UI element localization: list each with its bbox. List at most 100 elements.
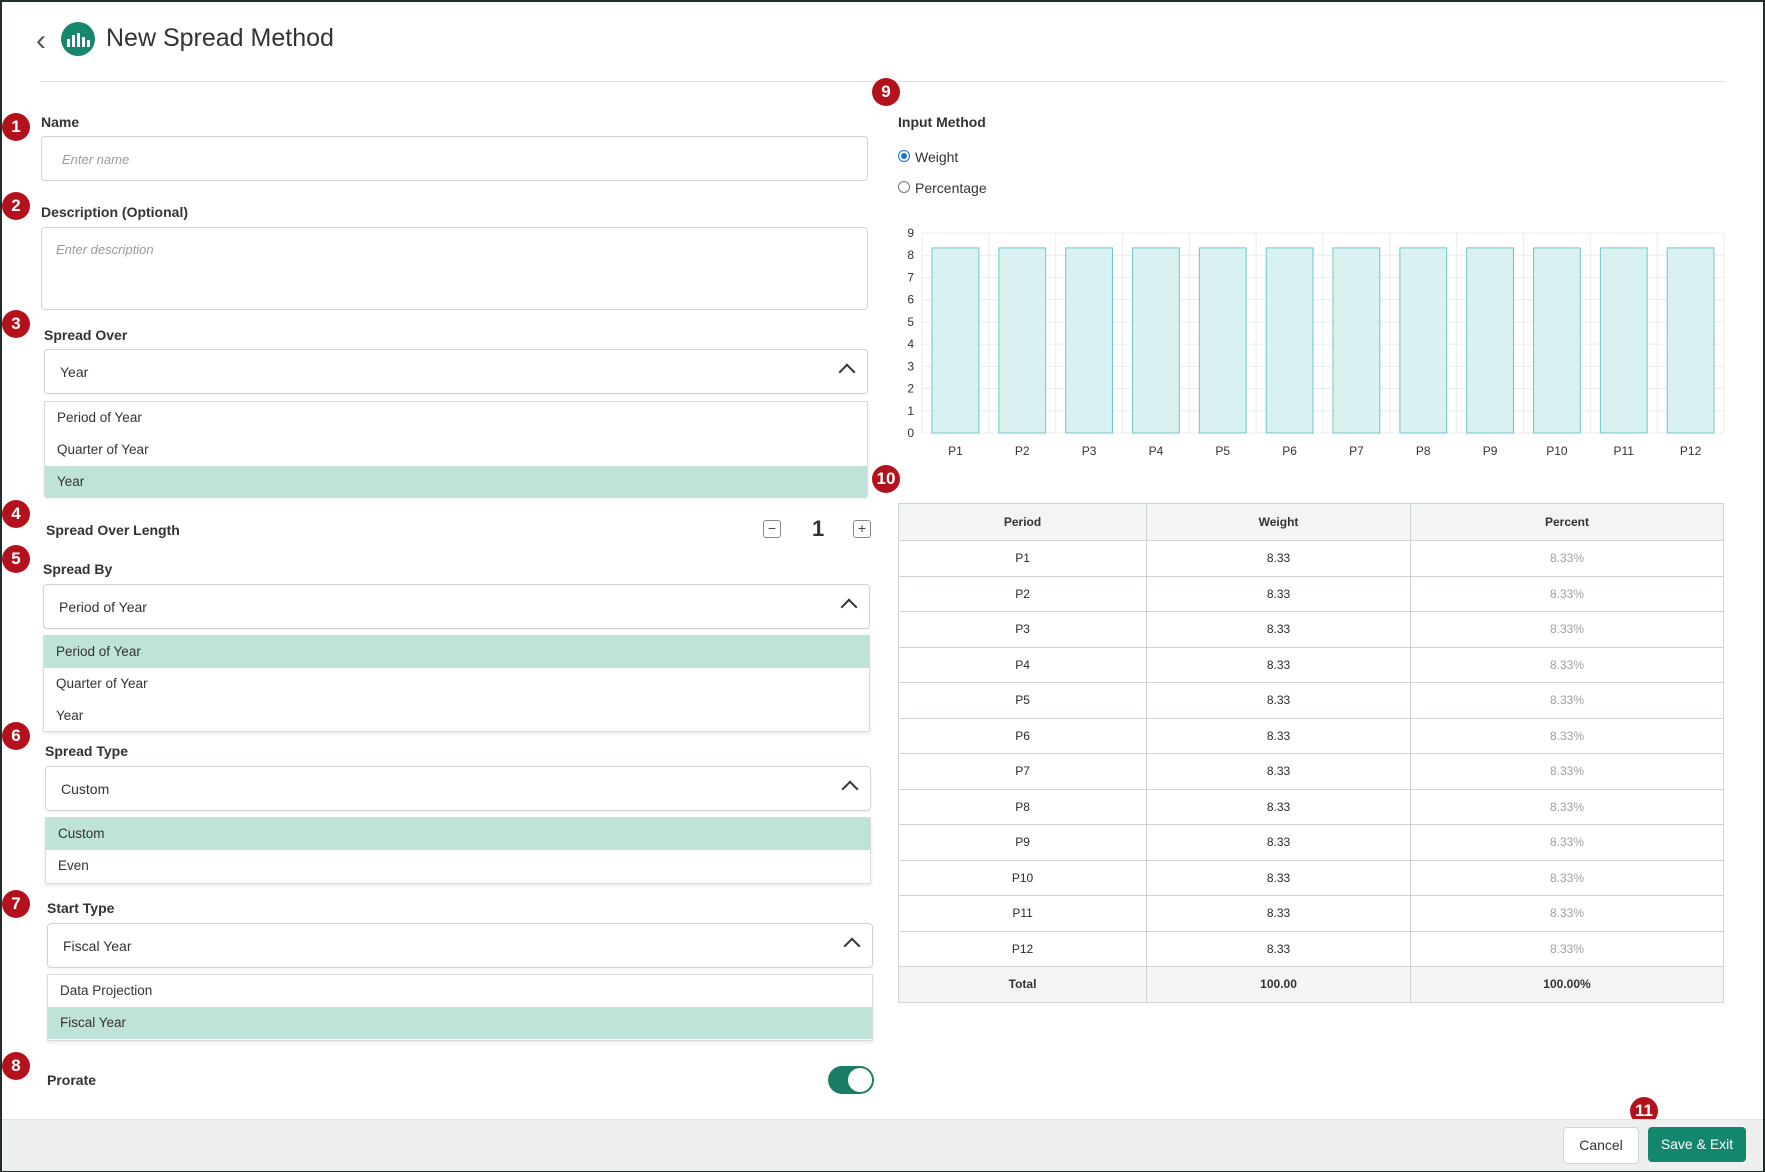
spread-type-label: Spread Type — [45, 743, 128, 759]
start-type-option-selected[interactable]: Fiscal Year — [48, 1007, 872, 1039]
table-row: P11 8.33 8.33% — [897, 895, 1725, 932]
step-badge-3: 3 — [2, 310, 30, 338]
percent-cell[interactable]: 8.33% — [1409, 824, 1725, 861]
description-label: Description (Optional) — [41, 204, 188, 220]
bar — [1666, 247, 1715, 434]
spread-type-select[interactable]: Custom — [45, 766, 871, 811]
table-row: P2 8.33 8.33% — [897, 575, 1725, 612]
name-label: Name — [41, 114, 80, 130]
bar — [1065, 247, 1113, 434]
bar — [1332, 247, 1381, 434]
spread-over-select[interactable]: Year — [44, 349, 868, 394]
spread-over-option[interactable]: Period of Year — [45, 402, 867, 434]
weight-cell[interactable]: 8.33 — [1146, 824, 1411, 861]
percentage-radio-label[interactable]: Percentage — [915, 180, 987, 196]
step-badge-2: 2 — [2, 192, 30, 220]
save-and-exit-button[interactable]: Save & Exit — [1648, 1127, 1746, 1162]
spread-over-label: Spread Over — [44, 327, 128, 343]
weight-cell[interactable]: 8.33 — [1146, 540, 1411, 577]
spread-by-option[interactable]: Quarter of Year — [44, 668, 869, 700]
table-row: P10 8.33 8.33% — [897, 859, 1725, 896]
percent-cell[interactable]: 8.33% — [1409, 682, 1725, 719]
start-type-option[interactable]: Data Projection — [48, 975, 872, 1007]
spread-over-length-value: 1 — [812, 516, 825, 541]
table-row: P3 8.33 8.33% — [897, 611, 1725, 648]
period-cell: P2 — [897, 575, 1148, 612]
spread-over-option-selected[interactable]: Year — [45, 466, 867, 498]
step-badge-6: 6 — [2, 722, 30, 750]
spread-by-select[interactable]: Period of Year — [43, 584, 870, 629]
weight-cell[interactable]: 8.33 — [1146, 895, 1411, 932]
weight-column-header: Weight — [1146, 503, 1411, 541]
prorate-label: Prorate — [47, 1072, 97, 1088]
percent-cell[interactable]: 8.33% — [1409, 575, 1725, 612]
weight-cell[interactable]: 8.33 — [1146, 930, 1411, 967]
name-input[interactable]: Enter name — [41, 136, 868, 181]
prorate-toggle[interactable] — [828, 1066, 874, 1094]
percentage-radio[interactable] — [898, 181, 910, 193]
table-total-row: Total 100.00 100.00% — [897, 966, 1725, 1003]
bar — [1599, 247, 1648, 434]
y-tick-label: 8 — [907, 248, 914, 262]
period-cell: P4 — [897, 646, 1148, 683]
bar — [1466, 247, 1514, 434]
decrement-button[interactable]: − — [763, 520, 781, 538]
percent-cell[interactable]: 8.33% — [1409, 717, 1725, 754]
percent-cell[interactable]: 8.33% — [1409, 859, 1725, 896]
period-cell: P9 — [897, 824, 1148, 861]
spread-type-option[interactable]: Even — [46, 850, 870, 882]
percent-cell[interactable]: 8.33% — [1409, 895, 1725, 932]
period-cell: P3 — [897, 611, 1148, 648]
weight-cell[interactable]: 8.33 — [1146, 859, 1411, 896]
footer-bar — [2, 1119, 1763, 1171]
percent-cell[interactable]: 8.33% — [1409, 540, 1725, 577]
chevron-up-icon — [838, 363, 856, 381]
cancel-button[interactable]: Cancel — [1563, 1127, 1639, 1164]
back-chevron-icon[interactable]: ‹ — [36, 26, 46, 56]
total-label-cell: Total — [897, 966, 1148, 1003]
weight-cell[interactable]: 8.33 — [1146, 717, 1411, 754]
y-tick-label: 3 — [907, 359, 914, 373]
y-tick-label: 9 — [907, 226, 914, 240]
bar — [1533, 247, 1581, 434]
weight-cell[interactable]: 8.33 — [1146, 611, 1411, 648]
percent-cell[interactable]: 8.33% — [1409, 753, 1725, 790]
weight-radio-label[interactable]: Weight — [915, 149, 958, 165]
weight-cell[interactable]: 8.33 — [1146, 788, 1411, 825]
weight-cell[interactable]: 8.33 — [1146, 682, 1411, 719]
period-cell: P5 — [897, 682, 1148, 719]
weight-cell[interactable]: 8.33 — [1146, 646, 1411, 683]
step-badge-8: 8 — [2, 1052, 30, 1080]
period-cell: P6 — [897, 717, 1148, 754]
percent-cell[interactable]: 8.33% — [1409, 930, 1725, 967]
weight-radio[interactable] — [898, 150, 910, 162]
input-method-label: Input Method — [898, 114, 986, 130]
weight-cell[interactable]: 8.33 — [1146, 753, 1411, 790]
percent-cell[interactable]: 8.33% — [1409, 646, 1725, 683]
start-type-label: Start Type — [47, 900, 115, 916]
weight-cell[interactable]: 8.33 — [1146, 575, 1411, 612]
percent-cell[interactable]: 8.33% — [1409, 788, 1725, 825]
start-type-select[interactable]: Fiscal Year — [47, 923, 873, 968]
spread-over-option[interactable]: Quarter of Year — [45, 434, 867, 466]
start-type-value: Fiscal Year — [63, 938, 132, 954]
step-badge-10: 10 — [872, 465, 900, 493]
increment-button[interactable]: + — [853, 520, 871, 538]
table-row: P8 8.33 8.33% — [897, 788, 1725, 825]
x-tick-label: P2 — [1015, 444, 1030, 458]
period-cell: P11 — [897, 895, 1148, 932]
start-type-menu: Data Projection Fiscal Year — [47, 974, 873, 1041]
x-tick-label: P6 — [1282, 444, 1297, 458]
x-tick-label: P9 — [1483, 444, 1498, 458]
period-column-header: Period — [897, 503, 1148, 541]
table-row: P7 8.33 8.33% — [897, 753, 1725, 790]
spread-type-option-selected[interactable]: Custom — [46, 818, 870, 850]
y-tick-label: 7 — [907, 270, 914, 284]
spread-by-option-selected[interactable]: Period of Year — [44, 636, 869, 668]
y-tick-label: 5 — [907, 315, 914, 329]
spread-by-option[interactable]: Year — [44, 700, 869, 732]
percent-cell[interactable]: 8.33% — [1409, 611, 1725, 648]
description-textarea[interactable]: Enter description — [41, 227, 868, 310]
period-cell: P10 — [897, 859, 1148, 896]
y-tick-label: 1 — [907, 404, 914, 418]
